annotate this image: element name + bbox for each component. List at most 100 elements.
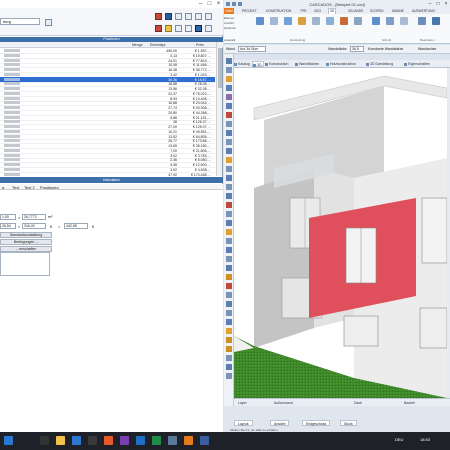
col-einheit[interactable]: Einheitspr. [150,43,166,47]
folder-icon[interactable] [165,25,172,32]
constant-thickness-label[interactable]: Konstante Wandstärke [368,47,403,51]
tab-erdgeschoss[interactable]: Erdgeschoss [302,420,331,426]
cut-icon[interactable] [372,17,380,25]
tool-icon[interactable] [226,76,232,82]
status-dach[interactable]: Dach [354,401,362,405]
tool-icon[interactable] [226,247,232,253]
camera-icon[interactable] [270,17,278,25]
status-layer[interactable]: Layer [238,401,247,405]
explorer-icon[interactable] [56,436,65,445]
tool-icon[interactable] [226,202,232,208]
price-input[interactable]: 26,54 [0,223,16,229]
grid-icon[interactable] [165,13,172,20]
tab-stock[interactable]: Stock [340,420,357,426]
back-icon[interactable] [155,25,162,32]
tool-icon[interactable] [226,229,232,235]
help-icon[interactable] [205,25,212,32]
visual-studio-icon[interactable] [120,436,129,445]
tool-icon[interactable] [226,274,232,280]
project-combo[interactable]: berg [0,18,40,25]
tool-icon[interactable] [226,148,232,154]
tool-icon[interactable] [226,319,232,325]
filter-icon[interactable] [195,25,202,32]
wall-thickness-input[interactable]: 36,5 [350,46,364,52]
edit-icon[interactable] [432,17,440,25]
edge-icon[interactable] [72,436,81,445]
notes-textarea[interactable] [0,252,50,276]
table-icon[interactable] [185,13,192,20]
tool-icon[interactable] [226,175,232,181]
tool-icon[interactable] [226,328,232,334]
tool-icon[interactable] [226,130,232,136]
tool-icon[interactable] [226,193,232,199]
tool-icon[interactable] [226,292,232,298]
start-icon[interactable] [4,436,13,445]
tab-scopen[interactable]: SCOPEN [370,9,383,13]
print-icon[interactable] [185,25,192,32]
tab-geo[interactable]: GEO [314,9,321,13]
rate-input[interactable]: 316,40 [22,223,46,229]
section-icon[interactable] [326,17,334,25]
search-icon[interactable] [40,436,49,445]
tab-projekt[interactable]: PROJEKT [242,9,257,13]
tool-icon[interactable] [226,355,232,361]
standard-equipment-button[interactable]: Standardausstattung [0,232,52,238]
tool-icon[interactable] [226,139,232,145]
tool-icon[interactable] [226,301,232,307]
tool-icon[interactable] [226,346,232,352]
tool-icon[interactable] [226,121,232,127]
plane-icon[interactable] [400,17,408,25]
maximize-button[interactable]: □ [205,0,214,8]
word-icon[interactable] [136,436,145,445]
delete-icon[interactable] [155,13,162,20]
tool-icon[interactable] [226,337,232,343]
close-button[interactable]: × [214,0,223,8]
total-input[interactable]: 442,58 [64,223,88,229]
object-icon[interactable] [418,17,426,25]
tab-holzkonstruktion[interactable]: Holzkonstruktion [326,61,366,67]
tool-icon[interactable] [226,256,232,262]
tool-icon[interactable] [226,265,232,271]
tool-icon[interactable] [226,283,232,289]
cad-minimize-button[interactable]: – [426,0,434,8]
tool-icon[interactable] [226,94,232,100]
cad-maximize-button[interactable]: □ [434,0,442,8]
render-icon[interactable] [284,17,292,25]
grid-scrollbar[interactable] [216,42,222,176]
tool-icon[interactable] [226,310,232,316]
tool-icon[interactable] [226,238,232,244]
app-icon-a[interactable] [168,436,177,445]
tab-gelaende[interactable]: GELÄNDE [348,9,363,13]
tab-3d-view[interactable]: 3D [252,61,264,67]
tool-icon[interactable] [226,157,232,163]
tool-icon[interactable] [226,67,232,73]
cad-app-icon[interactable] [184,436,193,445]
3d-viewport[interactable] [234,68,447,398]
store-icon[interactable] [88,436,97,445]
tab-auswertung[interactable]: AUSWERTUNG [412,9,435,13]
wall-type-select[interactable]: Ant 3d Süm [238,46,266,52]
quantity-input[interactable]: 26,7772 [22,214,46,220]
cad-close-button[interactable]: × [442,0,450,8]
conditions-button[interactable]: Bedingungen ... [0,239,52,245]
tool-icon[interactable] [226,58,232,64]
col-preis[interactable]: Preis [196,43,204,47]
office-icon[interactable] [104,436,113,445]
tool-icon[interactable] [226,166,232,172]
dropdown-icon[interactable] [45,19,52,26]
tool-icon[interactable] [226,85,232,91]
view-icon[interactable] [256,17,264,25]
tool-icon[interactable] [226,211,232,217]
col-menge[interactable]: Menge [132,43,143,47]
status-bauteil[interactable]: Bauteil [404,401,415,405]
tool-icon[interactable] [226,220,232,226]
excel-icon[interactable] [152,436,161,445]
factor-input[interactable]: 1,00 [0,214,16,220]
color-icon[interactable] [340,17,348,25]
tab-tpr[interactable]: TPR [300,9,306,13]
tab-3d-darstellung[interactable]: 3D Darstellung [366,61,404,67]
tool-icon[interactable] [226,373,232,379]
document-icon[interactable] [175,25,182,32]
tool-icon[interactable] [226,184,232,190]
tool-icon[interactable] [226,364,232,370]
